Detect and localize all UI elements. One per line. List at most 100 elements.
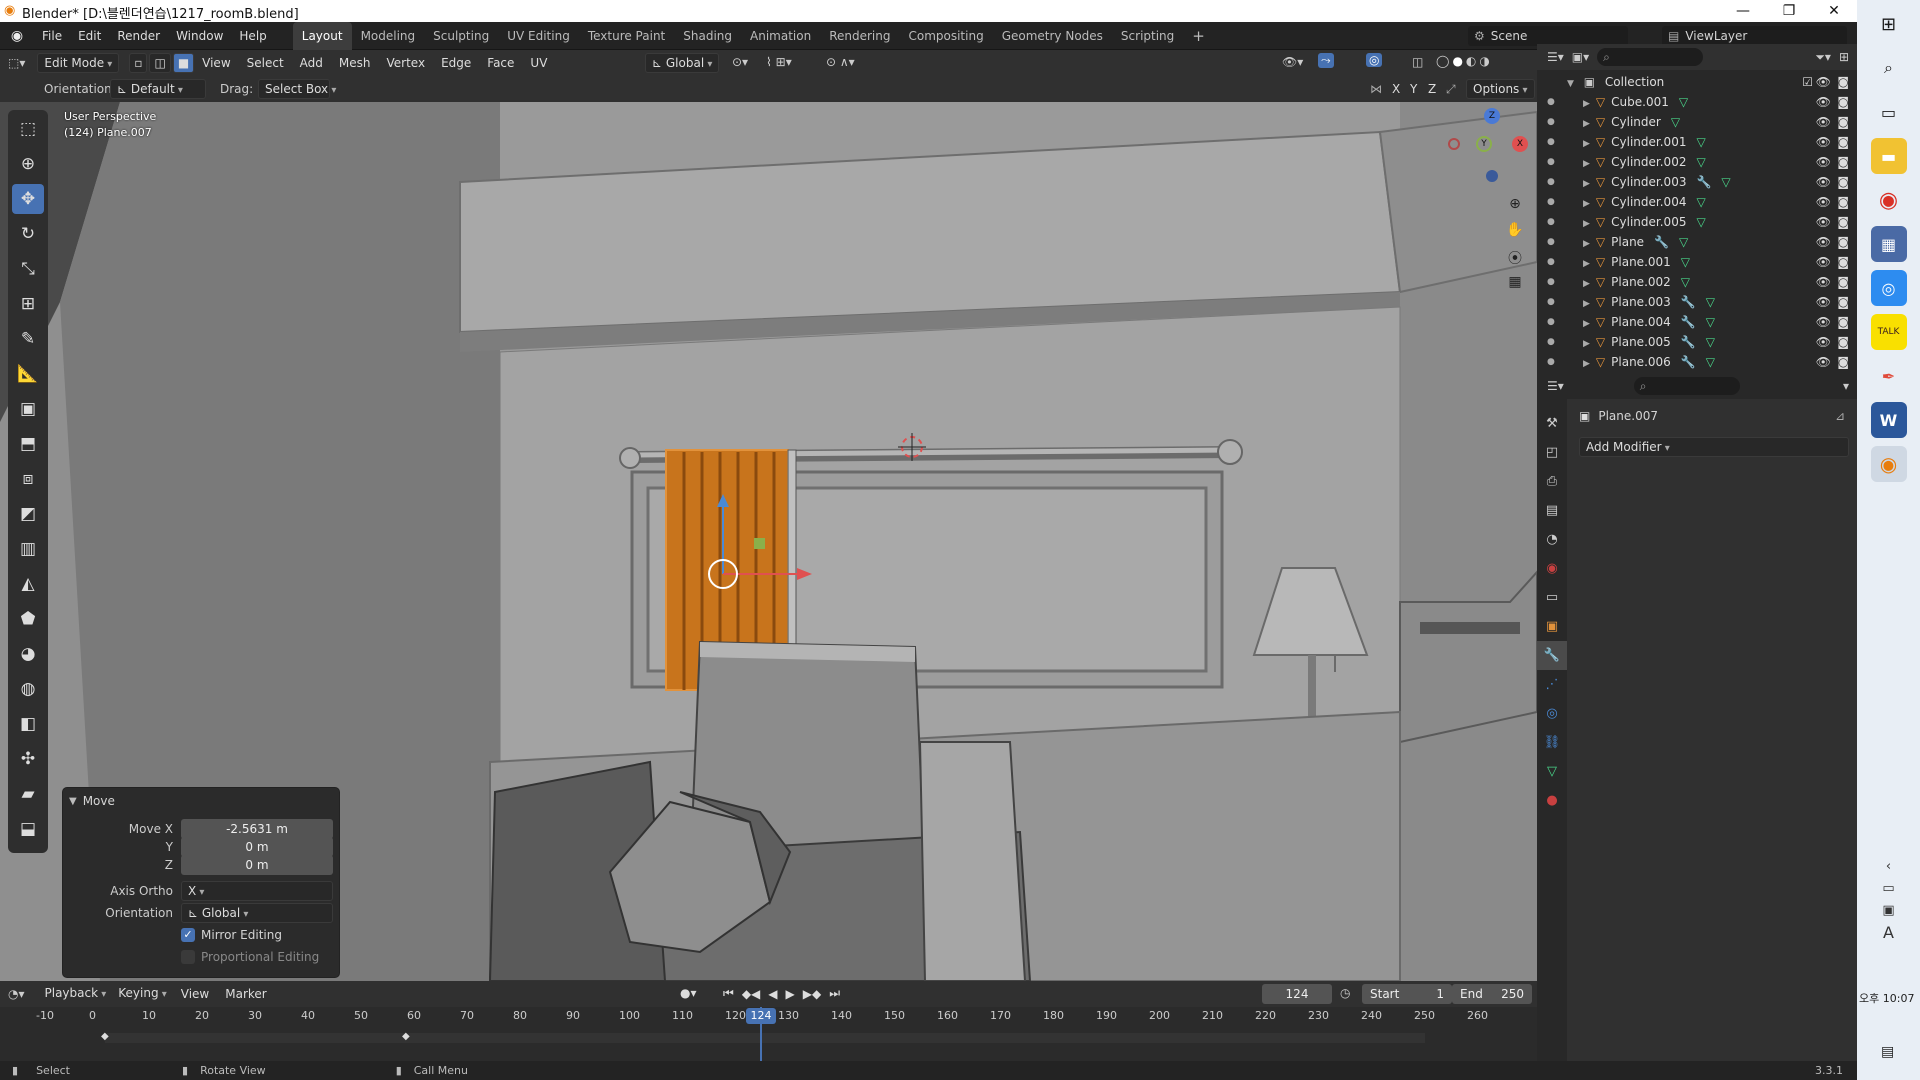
material-shading-icon[interactable]: ◐ <box>1466 54 1476 68</box>
render-tab-icon[interactable]: ◰ <box>1537 438 1567 467</box>
move-y-field[interactable]: 0 m <box>181 837 333 857</box>
camera-icon[interactable]: ◙ <box>1837 152 1849 172</box>
tray-chevron-icon[interactable]: ‹ <box>1857 856 1920 878</box>
end-frame-field[interactable]: End 250 <box>1452 984 1532 1004</box>
outliner-item[interactable]: ● ▶ ▽ Plane.006 🔧 ▽ 👁 ◙ <box>1537 352 1857 372</box>
particles-tab-icon[interactable]: ⋰ <box>1537 670 1567 699</box>
visibility-dot-icon[interactable]: ● <box>1547 192 1555 212</box>
file-explorer-icon[interactable]: ▬ <box>1870 138 1907 174</box>
edge-slide-icon[interactable]: ◧ <box>12 709 44 739</box>
visibility-dot-icon[interactable]: ● <box>1547 152 1555 172</box>
vp-menu-add[interactable]: Add <box>292 50 331 76</box>
filter-icon[interactable]: ⏷▾ <box>1815 50 1831 65</box>
output-tab-icon[interactable]: ⎙ <box>1537 467 1567 496</box>
eye-icon[interactable]: 👁 <box>1816 212 1831 232</box>
outliner-item[interactable]: ● ▶ ▽ Cylinder.001 ▽ 👁 ◙ <box>1537 132 1857 152</box>
camera-icon[interactable]: ◙ <box>1837 212 1849 232</box>
annotate-icon[interactable]: ✎ <box>12 324 44 354</box>
camera-icon[interactable]: ◙ <box>1837 312 1849 332</box>
eye-icon[interactable]: 👁 <box>1816 72 1831 92</box>
loop-cut-icon[interactable]: ▥ <box>12 534 44 564</box>
visibility-dot-icon[interactable]: ● <box>1547 92 1555 112</box>
wireframe-shading-icon[interactable]: ◯ <box>1436 54 1449 68</box>
extrude-icon[interactable]: ⬒ <box>12 429 44 459</box>
outliner-item[interactable]: ● ▶ ▽ Plane.002 ▽ 👁 ◙ <box>1537 272 1857 292</box>
camera-icon[interactable]: ◙ <box>1837 132 1849 152</box>
move-tool-icon[interactable]: ✥ <box>12 184 44 214</box>
word-icon[interactable]: W <box>1870 402 1907 438</box>
wrench-icon[interactable]: 🔧 <box>1681 295 1696 309</box>
proportional-editing-checkbox[interactable]: Proportional Editing <box>181 950 319 964</box>
mesh-data-icon[interactable]: ▽ <box>1706 355 1715 369</box>
transform-tool-icon[interactable]: ⊞ <box>12 289 44 319</box>
eye-icon[interactable]: 👁 <box>1816 152 1831 172</box>
outliner-item[interactable]: ● ▶ ▽ Plane.001 ▽ 👁 ◙ <box>1537 252 1857 272</box>
mesh-data-icon[interactable]: ▽ <box>1706 335 1715 349</box>
mirror-z-toggle[interactable]: Z <box>1428 82 1436 96</box>
rip-region-icon[interactable]: ⬓ <box>12 814 44 844</box>
menu-help[interactable]: Help <box>231 22 274 50</box>
expand-arrow-icon[interactable]: ▶ <box>1583 219 1590 229</box>
play-icon[interactable]: ▶ <box>786 987 795 1001</box>
visibility-dot-icon[interactable]: ● <box>1547 112 1555 132</box>
vp-menu-edge[interactable]: Edge <box>433 50 479 76</box>
tray-network-icon[interactable]: ▭ <box>1857 878 1920 900</box>
checkbox-icon[interactable]: ☑ <box>1802 72 1813 92</box>
options-dropdown[interactable]: Options <box>1466 79 1535 99</box>
camera-icon[interactable]: ◙ <box>1837 272 1849 292</box>
visibility-dot-icon[interactable]: ● <box>1547 232 1555 252</box>
auto-merge-icon[interactable]: ⤢ <box>1446 82 1456 97</box>
proportional-editing-icon[interactable]: ⊙ ∧▾ <box>826 55 855 69</box>
tab-shading[interactable]: Shading <box>674 22 741 50</box>
visibility-dot-icon[interactable]: ● <box>1547 212 1555 232</box>
viewlayer-selector[interactable]: ▤ ViewLayer <box>1662 26 1847 46</box>
chrome-icon[interactable]: ◉ <box>1870 182 1907 218</box>
mesh-data-icon[interactable]: ▽ <box>1679 235 1688 249</box>
expand-arrow-icon[interactable]: ▶ <box>1583 359 1590 369</box>
inset-icon[interactable]: ⧈ <box>12 464 44 494</box>
knife-icon[interactable]: ◭ <box>12 569 44 599</box>
wrench-icon[interactable]: 🔧 <box>1654 235 1669 249</box>
mesh-data-icon[interactable]: ▽ <box>1706 315 1715 329</box>
cursor-icon[interactable]: ⊕ <box>12 149 44 179</box>
expand-arrow-icon[interactable]: ▶ <box>1583 139 1590 149</box>
rendered-shading-icon[interactable]: ◑ <box>1479 54 1489 68</box>
shrink-fatten-icon[interactable]: ✣ <box>12 744 44 774</box>
tab-animation[interactable]: Animation <box>741 22 820 50</box>
move-z-field[interactable]: 0 m <box>181 855 333 875</box>
gizmo-toggle-icon[interactable]: ⤳ <box>1318 53 1334 68</box>
mesh-data-icon[interactable]: ▽ <box>1721 175 1730 189</box>
tab-rendering[interactable]: Rendering <box>820 22 899 50</box>
mesh-data-icon[interactable]: ▽ <box>1706 295 1715 309</box>
face-select-icon[interactable]: ■ <box>172 53 195 73</box>
expand-arrow-icon[interactable]: ▶ <box>1583 299 1590 309</box>
menu-window[interactable]: Window <box>168 22 231 50</box>
mesh-data-icon[interactable]: ▽ <box>1681 255 1690 269</box>
outliner-item[interactable]: ● ▶ ▽ Plane.003 🔧 ▽ 👁 ◙ <box>1537 292 1857 312</box>
mesh-data-icon[interactable]: ▽ <box>1681 275 1690 289</box>
add-workspace-button[interactable]: + <box>1183 22 1214 50</box>
recorder-icon[interactable]: ◎ <box>1870 270 1907 306</box>
pan-hand-icon[interactable]: ✋ <box>1502 222 1528 248</box>
measure-icon[interactable]: 📐 <box>12 359 44 389</box>
eye-icon[interactable]: 👁 <box>1816 312 1831 332</box>
visibility-dot-icon[interactable]: ● <box>1547 132 1555 152</box>
gizmo-neg-x[interactable] <box>1448 138 1460 150</box>
expand-arrow-icon[interactable]: ▼ <box>1567 79 1574 89</box>
blender-taskbar-icon[interactable]: ◉ <box>1870 446 1907 482</box>
mesh-data-icon[interactable]: ▽ <box>1679 95 1688 109</box>
eye-icon[interactable]: 👁 <box>1816 132 1831 152</box>
camera-icon[interactable]: ◙ <box>1837 112 1849 132</box>
pivot-point-icon[interactable]: ⊙▾ <box>732 55 748 69</box>
mirror-y-toggle[interactable]: Y <box>1410 82 1417 96</box>
expand-arrow-icon[interactable]: ▶ <box>1583 179 1590 189</box>
gizmo-x-axis[interactable]: X <box>1512 136 1528 152</box>
new-collection-icon[interactable]: ⊞ <box>1839 50 1857 64</box>
expand-arrow-icon[interactable]: ▶ <box>1583 279 1590 289</box>
keyframe-marker-icon[interactable]: ◆ <box>402 1031 410 1042</box>
wrench-icon[interactable]: 🔧 <box>1681 355 1696 369</box>
calculator-icon[interactable]: ▦ <box>1870 226 1907 262</box>
mirror-x-toggle[interactable]: X <box>1392 82 1400 96</box>
timeline-menu-marker[interactable]: Marker <box>217 981 274 1007</box>
tab-geometry-nodes[interactable]: Geometry Nodes <box>993 22 1112 50</box>
